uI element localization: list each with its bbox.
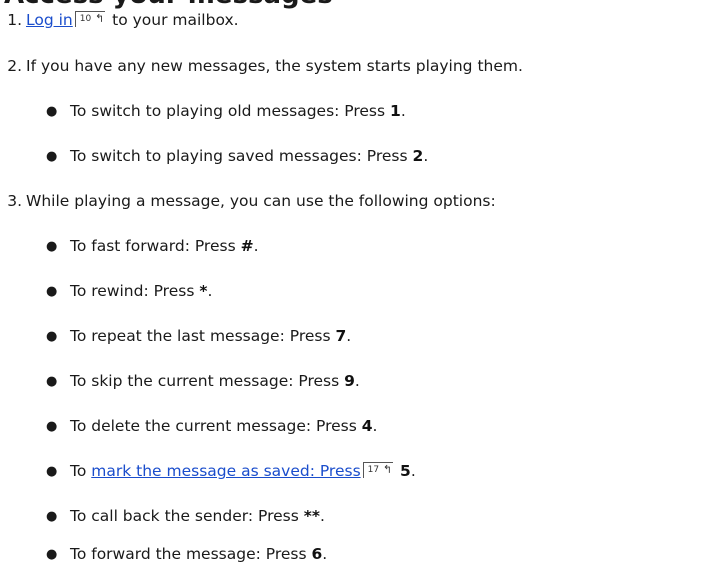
log-in-link[interactable]: Log in	[26, 11, 73, 29]
step-text: While playing a message, you can use the…	[26, 192, 496, 210]
key-label: 1	[390, 102, 401, 120]
punctuation: .	[207, 282, 213, 300]
key-label: **	[303, 507, 320, 525]
bullet-icon: ●	[46, 374, 58, 389]
xref-arrow-icon: ↰	[382, 463, 393, 476]
bullet-icon: ●	[46, 329, 58, 344]
bullet-text: To skip the current message: Press	[70, 372, 345, 390]
list-item: ● To delete the current message: Press 4.	[46, 415, 377, 438]
step-1: 1. Log in 10 ↰ to your mailbox.	[0, 9, 239, 31]
step-3: 3. While playing a message, you can use t…	[0, 190, 496, 212]
punctuation: .	[354, 372, 360, 390]
bullet-icon: ●	[46, 509, 58, 524]
bullet-text: To fast forward: Press	[70, 237, 241, 255]
punctuation: .	[253, 237, 259, 255]
page: { "heading": "Access your messages", "st…	[0, 0, 721, 563]
punctuation: .	[322, 545, 328, 563]
list-item: ● To fast forward: Press #.	[46, 235, 259, 258]
step-text: to your mailbox.	[112, 11, 239, 29]
punctuation: .	[372, 417, 378, 435]
step-number: 3.	[7, 192, 22, 210]
punctuation: .	[423, 147, 429, 165]
list-item: ● To repeat the last message: Press 7.	[46, 325, 351, 348]
punctuation: .	[400, 102, 406, 120]
list-item: ● To mark the message as saved: Press 17 ↰ …	[46, 460, 416, 483]
punctuation: .	[410, 462, 416, 480]
bullet-icon: ●	[46, 419, 58, 434]
bullet-text: To delete the current message: Press	[70, 417, 362, 435]
step-number: 1.	[7, 11, 22, 29]
key-label: 5	[400, 462, 411, 480]
list-item: ● To switch to playing saved messages: Pr…	[46, 145, 428, 168]
bullet-text: To repeat the last message: Press	[70, 327, 336, 345]
bullet-text: To switch to playing old messages: Press	[70, 102, 391, 120]
key-label: 4	[361, 417, 373, 435]
xref-arrow-icon: ↰	[94, 12, 105, 25]
key-label: 9	[344, 372, 355, 390]
bullet-icon: ●	[46, 547, 58, 562]
bullet-icon: ●	[46, 149, 58, 164]
key-label: 7	[335, 327, 347, 345]
bullet-text: To rewind: Press	[70, 282, 200, 300]
bullet-icon: ●	[46, 284, 58, 299]
list-item: ● To forward the message: Press 6.	[46, 543, 327, 566]
cross-reference-page-10[interactable]: 10 ↰	[74, 11, 106, 27]
bullet-text: To	[70, 462, 92, 480]
bullet-text: To call back the sender: Press	[70, 507, 304, 525]
step-text: If you have any new messages, the system…	[26, 57, 523, 75]
bullet-text: To switch to playing saved messages: Pre…	[70, 147, 413, 165]
xref-page-number: 10	[79, 14, 92, 24]
list-item: ● To skip the current message: Press 9.	[46, 370, 360, 393]
punctuation: .	[346, 327, 352, 345]
key-label: 2	[412, 147, 424, 165]
bullet-icon: ●	[46, 464, 58, 479]
cross-reference-page-17[interactable]: 17 ↰	[362, 462, 394, 478]
list-item: ● To switch to playing old messages: Pres…	[46, 100, 406, 123]
key-label: #	[240, 237, 254, 255]
list-item: ● To call back the sender: Press **.	[46, 505, 325, 528]
punctuation: .	[319, 507, 325, 525]
step-number: 2.	[7, 57, 22, 75]
mark-message-saved-link[interactable]: mark the message as saved: Press	[91, 462, 360, 480]
bullet-icon: ●	[46, 239, 58, 254]
xref-page-number: 17	[367, 465, 380, 475]
bullet-icon: ●	[46, 104, 58, 119]
step-2: 2. If you have any new messages, the syst…	[0, 55, 523, 77]
key-label: 6	[311, 545, 323, 563]
bullet-text: To forward the message: Press	[70, 545, 312, 563]
list-item: ● To rewind: Press *.	[46, 280, 212, 303]
